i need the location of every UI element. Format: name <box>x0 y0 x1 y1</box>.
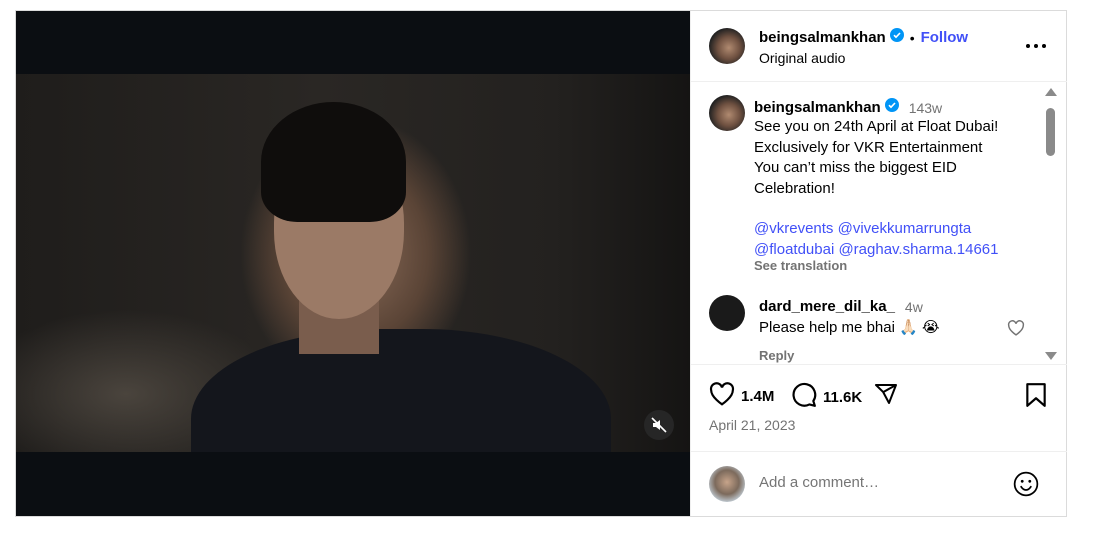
current-user-avatar <box>709 466 745 502</box>
save-button[interactable] <box>1025 382 1047 408</box>
comments-scroll-area[interactable]: beingsalmankhan 143w See you on 24th Apr… <box>691 82 1067 364</box>
video-subject-hair <box>261 102 406 222</box>
add-comment-row <box>691 451 1067 517</box>
like-action: 1.4M <box>709 382 774 411</box>
bookmark-icon <box>1026 383 1046 407</box>
comment-text: Please help me bhai 🙏🏻 😭 <box>759 318 939 336</box>
mention-link[interactable]: @floatdubai <box>754 241 834 258</box>
post-sidebar: beingsalmankhan • Follow Original audio … <box>690 11 1067 516</box>
caption-time[interactable]: 143w <box>909 100 942 116</box>
author-avatar[interactable] <box>709 28 745 64</box>
scroll-up-arrow-icon[interactable] <box>1045 88 1057 96</box>
caption-line: Exclusively for VKR Entertainment <box>754 138 983 156</box>
video-player[interactable] <box>16 74 690 452</box>
share-button[interactable] <box>873 382 899 406</box>
mention-link[interactable]: @vkrevents <box>754 220 833 237</box>
media-panel <box>16 11 690 516</box>
heart-icon <box>709 382 735 406</box>
comment-count[interactable]: 11.6K <box>823 389 862 406</box>
comment-text-body: Please help me bhai <box>759 319 895 336</box>
see-translation-link[interactable]: See translation <box>754 258 847 273</box>
mention-link[interactable]: @raghav.sharma.14661 <box>838 241 998 258</box>
scrollbar[interactable] <box>1043 86 1057 364</box>
separator-dot: • <box>909 29 915 46</box>
emoji-button[interactable] <box>1013 471 1039 502</box>
more-options-icon <box>1026 44 1046 48</box>
share-icon <box>875 384 897 404</box>
mute-icon <box>651 417 667 433</box>
author-username[interactable]: beingsalmankhan <box>759 29 886 46</box>
caption-username[interactable]: beingsalmankhan <box>754 99 881 116</box>
verified-badge-icon <box>889 28 904 47</box>
caption-line: See you on 24th April at Float Dubai! <box>754 118 999 135</box>
heart-icon <box>1007 320 1025 336</box>
verified-badge-icon <box>884 98 899 117</box>
action-bar: 1.4M 11.6K <box>691 364 1067 425</box>
mention-link[interactable]: @vivekkumarrungta <box>838 220 972 237</box>
comment-time[interactable]: 4w <box>905 299 923 315</box>
instagram-post: beingsalmankhan • Follow Original audio … <box>15 10 1067 517</box>
caption-text: See you on 24th April at Float Dubai! Ex… <box>754 117 1034 260</box>
scroll-thumb[interactable] <box>1046 108 1055 156</box>
audio-label[interactable]: Original audio <box>759 50 845 66</box>
reply-button[interactable]: Reply <box>759 348 794 363</box>
mute-button[interactable] <box>644 410 674 440</box>
comment-emojis: 🙏🏻 😭 <box>899 319 940 336</box>
emoji-icon <box>1013 471 1039 497</box>
comment-action: 11.6K <box>791 382 862 413</box>
comment-button[interactable] <box>791 382 817 413</box>
like-count[interactable]: 1.4M <box>741 388 774 405</box>
comment-icon <box>792 382 817 407</box>
follow-button[interactable]: Follow <box>921 29 969 46</box>
commenter-avatar[interactable] <box>709 295 745 331</box>
scroll-down-arrow-icon[interactable] <box>1045 352 1057 360</box>
caption-avatar[interactable] <box>709 95 745 131</box>
add-comment-input[interactable] <box>759 474 999 491</box>
caption-line: You can’t miss the biggest EID Celebrati… <box>754 159 957 197</box>
commenter-username[interactable]: dard_mere_dil_ka_ <box>759 298 895 315</box>
comment-like-button[interactable] <box>1007 320 1025 341</box>
video-subject-body <box>191 329 611 452</box>
post-date[interactable]: April 21, 2023 <box>709 417 795 433</box>
like-button[interactable] <box>709 382 735 411</box>
post-header: beingsalmankhan • Follow Original audio <box>691 11 1067 82</box>
more-options-button[interactable] <box>1024 36 1048 56</box>
